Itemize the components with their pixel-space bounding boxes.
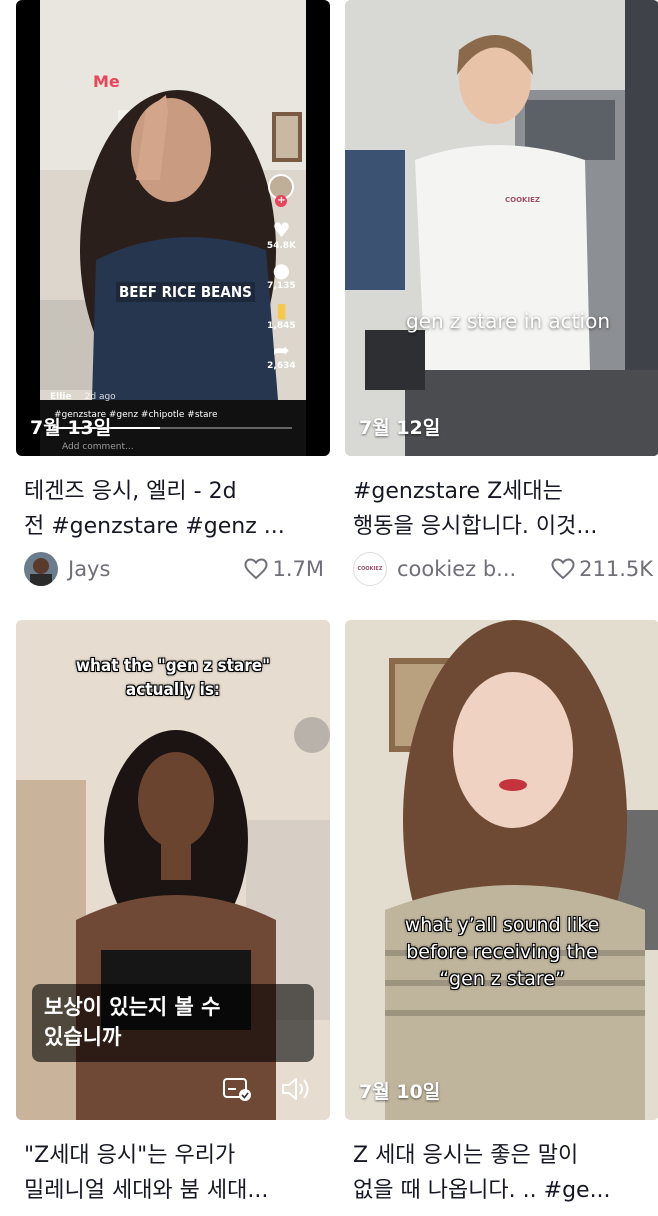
- caption-label: what the "gen z stare" actually is:: [46, 654, 300, 702]
- heart-icon[interactable]: [551, 558, 575, 580]
- video-title[interactable]: "Z세대 응시"는 우리가 밀레니얼 세대와 붐 세대...: [24, 1138, 324, 1208]
- avatar-logo-text: COOKIEZ: [357, 566, 383, 572]
- video-thumbnail[interactable]: Me BEEF RICE BEANS + ♥ 54.8K ● 7,135 ▮ 1…: [16, 0, 330, 456]
- title-line-2: 행동을 응시합니다. 이것...: [353, 514, 598, 539]
- caption-line-3: “gen z stare”: [439, 968, 565, 990]
- video-thumbnail[interactable]: what y’all sound like before receiving t…: [345, 620, 658, 1120]
- title-line-2: 전 #genzstare #genz ...: [24, 514, 285, 539]
- caption-line-1: what y’all sound like: [404, 914, 600, 936]
- caption-line-2: before receiving the: [406, 941, 598, 963]
- author-name[interactable]: Jays: [68, 557, 110, 581]
- title-line-1: "Z세대 응시"는 우리가: [24, 1143, 236, 1168]
- subtitle-box: 보상이 있는지 볼 수 있습니까: [32, 984, 314, 1062]
- captions-icon[interactable]: [222, 1076, 252, 1102]
- caption-line-1: what the "gen z stare": [75, 656, 271, 676]
- heart-icon[interactable]: ♥: [272, 219, 290, 241]
- caption-label: gen z stare in action: [405, 309, 610, 333]
- title-line-2: 없을 때 나옵니다. .. #ge...: [353, 1178, 611, 1203]
- video-date: 7월 13일: [30, 417, 112, 439]
- title-line-1: Z 세대 응시는 좋은 말이: [353, 1143, 579, 1168]
- title-line-1: #genzstare Z세대는: [353, 479, 563, 504]
- author-avatar[interactable]: COOKIEZ: [353, 552, 387, 586]
- title-line-1: 테겐즈 응시, 엘리 - 2d: [24, 479, 237, 504]
- comment-count: 7,135: [267, 281, 296, 291]
- shirt-logo: COOKIEZ: [505, 196, 540, 204]
- bookmark-count: 1,845: [267, 321, 296, 331]
- like-stat: 211.5K: [551, 557, 653, 581]
- side-actions: + ♥ 54.8K ● 7,135 ▮ 1,845 ➦ 2,634: [267, 174, 296, 371]
- like-count: 1.7M: [272, 557, 324, 581]
- video-thumbnail[interactable]: what the "gen z stare" actually is: 보상이 …: [16, 620, 330, 1120]
- heart-icon[interactable]: [244, 558, 268, 580]
- like-stat: 1.7M: [244, 557, 324, 581]
- author-name[interactable]: cookiez b...: [397, 557, 516, 581]
- author-avatar[interactable]: [24, 552, 58, 586]
- comment-input[interactable]: Add comment...: [62, 442, 134, 452]
- video-meta: COOKIEZ cookiez b... 211.5K: [353, 552, 653, 586]
- share-count: 2,634: [267, 361, 296, 371]
- video-username: Ellie 2d ago: [50, 392, 116, 402]
- me-label: Me: [93, 72, 120, 91]
- caption-text: BEEF RICE BEANS: [119, 283, 252, 301]
- caption-label: BEEF RICE BEANS: [116, 282, 255, 302]
- volume-icon[interactable]: [280, 1076, 312, 1102]
- video-meta: Jays 1.7M: [24, 552, 324, 586]
- subtitle-line-1: 보상이 있는지 볼 수: [44, 995, 221, 1019]
- video-thumbnail[interactable]: COOKIEZ gen z stare in action 7월 12일: [345, 0, 658, 456]
- video-date: 7월 12일: [359, 417, 441, 439]
- video-title[interactable]: #genzstare Z세대는 행동을 응시합니다. 이것...: [353, 474, 653, 544]
- video-frame: [345, 620, 658, 1120]
- post-age: 2d ago: [84, 392, 116, 402]
- bookmark-icon[interactable]: ▮: [276, 299, 287, 321]
- video-date: 7월 10일: [359, 1081, 441, 1103]
- share-icon[interactable]: ➦: [273, 339, 290, 361]
- username-text: Ellie: [50, 392, 72, 402]
- title-line-2: 밀레니얼 세대와 붐 세대...: [24, 1178, 269, 1203]
- follow-plus-icon[interactable]: +: [275, 195, 288, 207]
- caption-line-2: actually is:: [125, 680, 221, 700]
- video-frame: [345, 0, 658, 456]
- like-count: 54.8K: [266, 241, 296, 251]
- like-count: 211.5K: [579, 557, 653, 581]
- video-title[interactable]: Z 세대 응시는 좋은 말이 없을 때 나옵니다. .. #ge...: [353, 1138, 653, 1208]
- caption-label: what y’all sound like before receiving t…: [375, 912, 629, 993]
- subtitle-line-2: 있습니까: [44, 1025, 122, 1049]
- comment-icon[interactable]: ●: [273, 259, 290, 281]
- video-title[interactable]: 테겐즈 응시, 엘리 - 2d 전 #genzstare #genz ...: [24, 474, 324, 544]
